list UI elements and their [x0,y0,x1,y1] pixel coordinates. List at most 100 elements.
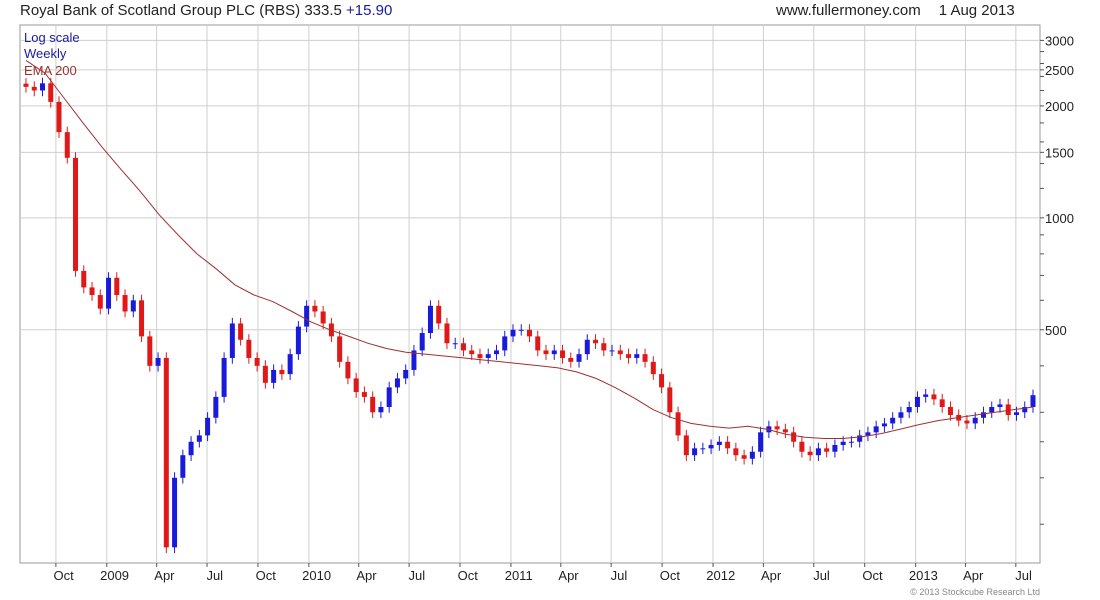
candle-body [510,329,516,337]
x-tick-label: Oct [256,568,277,583]
candle-body [716,441,722,446]
price-chart: 30002500200015001000500 Oct 2009 Apr Jul Oct… [19,24,1074,583]
candle-body [609,350,615,352]
candle-body [881,423,887,427]
candle-body [122,295,128,312]
y-tick-label: 3000 [1045,33,1074,48]
candle-body [593,339,599,344]
y-tick-label: 1000 [1045,211,1074,226]
candle-body [221,357,227,397]
x-tick-label: 2009 [100,568,129,583]
candle-body [873,426,879,433]
candle-body [617,350,623,355]
candle-body [73,157,79,271]
candle-body [271,369,277,383]
candle-body [147,336,153,366]
candle-body [980,412,986,418]
candle-body [543,350,549,355]
candle-body [667,387,673,413]
candle-body [807,451,813,456]
candle-body [758,432,764,452]
x-tick-label: Apr [558,568,579,583]
candle-body [947,406,953,416]
candle-body [815,448,821,456]
candle-body [337,336,343,362]
candle-body [378,406,384,413]
candle-body [799,441,805,452]
candle-body [155,357,161,366]
candle-body [31,86,37,91]
candle-body [427,305,433,334]
x-tick-label: Apr [963,568,984,583]
candle-body [254,357,260,366]
candle-body [370,396,376,413]
candle-body [89,287,95,296]
legend-log-scale: Log scale [24,30,80,45]
candle-body [1030,395,1036,407]
candle-body [840,441,846,446]
x-tick-label: Oct [660,568,681,583]
x-tick-label: Apr [761,568,782,583]
candle-body [733,448,739,456]
candle-body [229,323,235,358]
candle-body [906,406,912,413]
candle-body [477,354,483,358]
x-tick-label: 2010 [302,568,331,583]
candle-body [791,432,797,442]
candle-body [304,305,310,327]
candle-body [749,451,755,459]
candle-body [163,357,169,548]
candle-body [23,83,29,87]
candle-body [246,339,252,358]
candle-body [386,387,392,407]
candle-body [931,394,937,400]
x-axis: Oct 2009 Apr Jul Oct 2010 Apr Jul Oct 2011 Apr Jul O… [54,563,1032,583]
candle-body [848,441,854,443]
y-tick-label: 2000 [1045,99,1074,114]
candle-body [40,83,46,91]
candle-body [626,354,632,358]
candle-body [444,323,450,344]
candle-body [188,441,194,456]
candle-body [97,295,103,309]
candle-body [436,305,442,324]
candle-body [914,396,920,407]
x-tick-label: Apr [356,568,377,583]
candle-body [106,277,112,309]
candle-body [989,406,995,413]
candle-body [312,305,318,312]
candle-body [213,396,219,418]
candle-body [518,329,524,331]
candle-body [452,343,458,345]
candle-body [48,83,54,102]
candle-body [279,369,285,375]
candlesticks [23,77,1036,554]
candle-body [139,300,145,337]
candle-body [997,404,1003,407]
x-tick-label: Jul [611,568,628,583]
candle-body [683,435,689,456]
candle-body [527,329,532,337]
candle-body [180,455,186,478]
candle-body [460,343,466,351]
candle-body [634,354,640,358]
candle-body [56,101,62,133]
y-axis: 3000 2500 2000 1500 1000 500 [1040,33,1074,525]
candle-body [601,343,607,351]
x-tick-label: Jul [409,568,426,583]
candle-body [675,412,681,436]
candle-body [205,417,211,436]
x-tick-label: Oct [862,568,883,583]
candle-body [560,350,566,358]
x-tick-label: Jul [1015,568,1032,583]
candle-body [972,417,978,424]
candle-body [832,445,838,452]
candle-body [923,394,929,397]
candle-body [295,326,301,355]
candle-body [890,417,896,424]
candle-body [584,339,590,355]
candle-body [114,277,120,296]
legend-ema: EMA 200 [24,63,77,78]
candle-body [964,420,970,424]
x-tick-label: Oct [54,568,75,583]
